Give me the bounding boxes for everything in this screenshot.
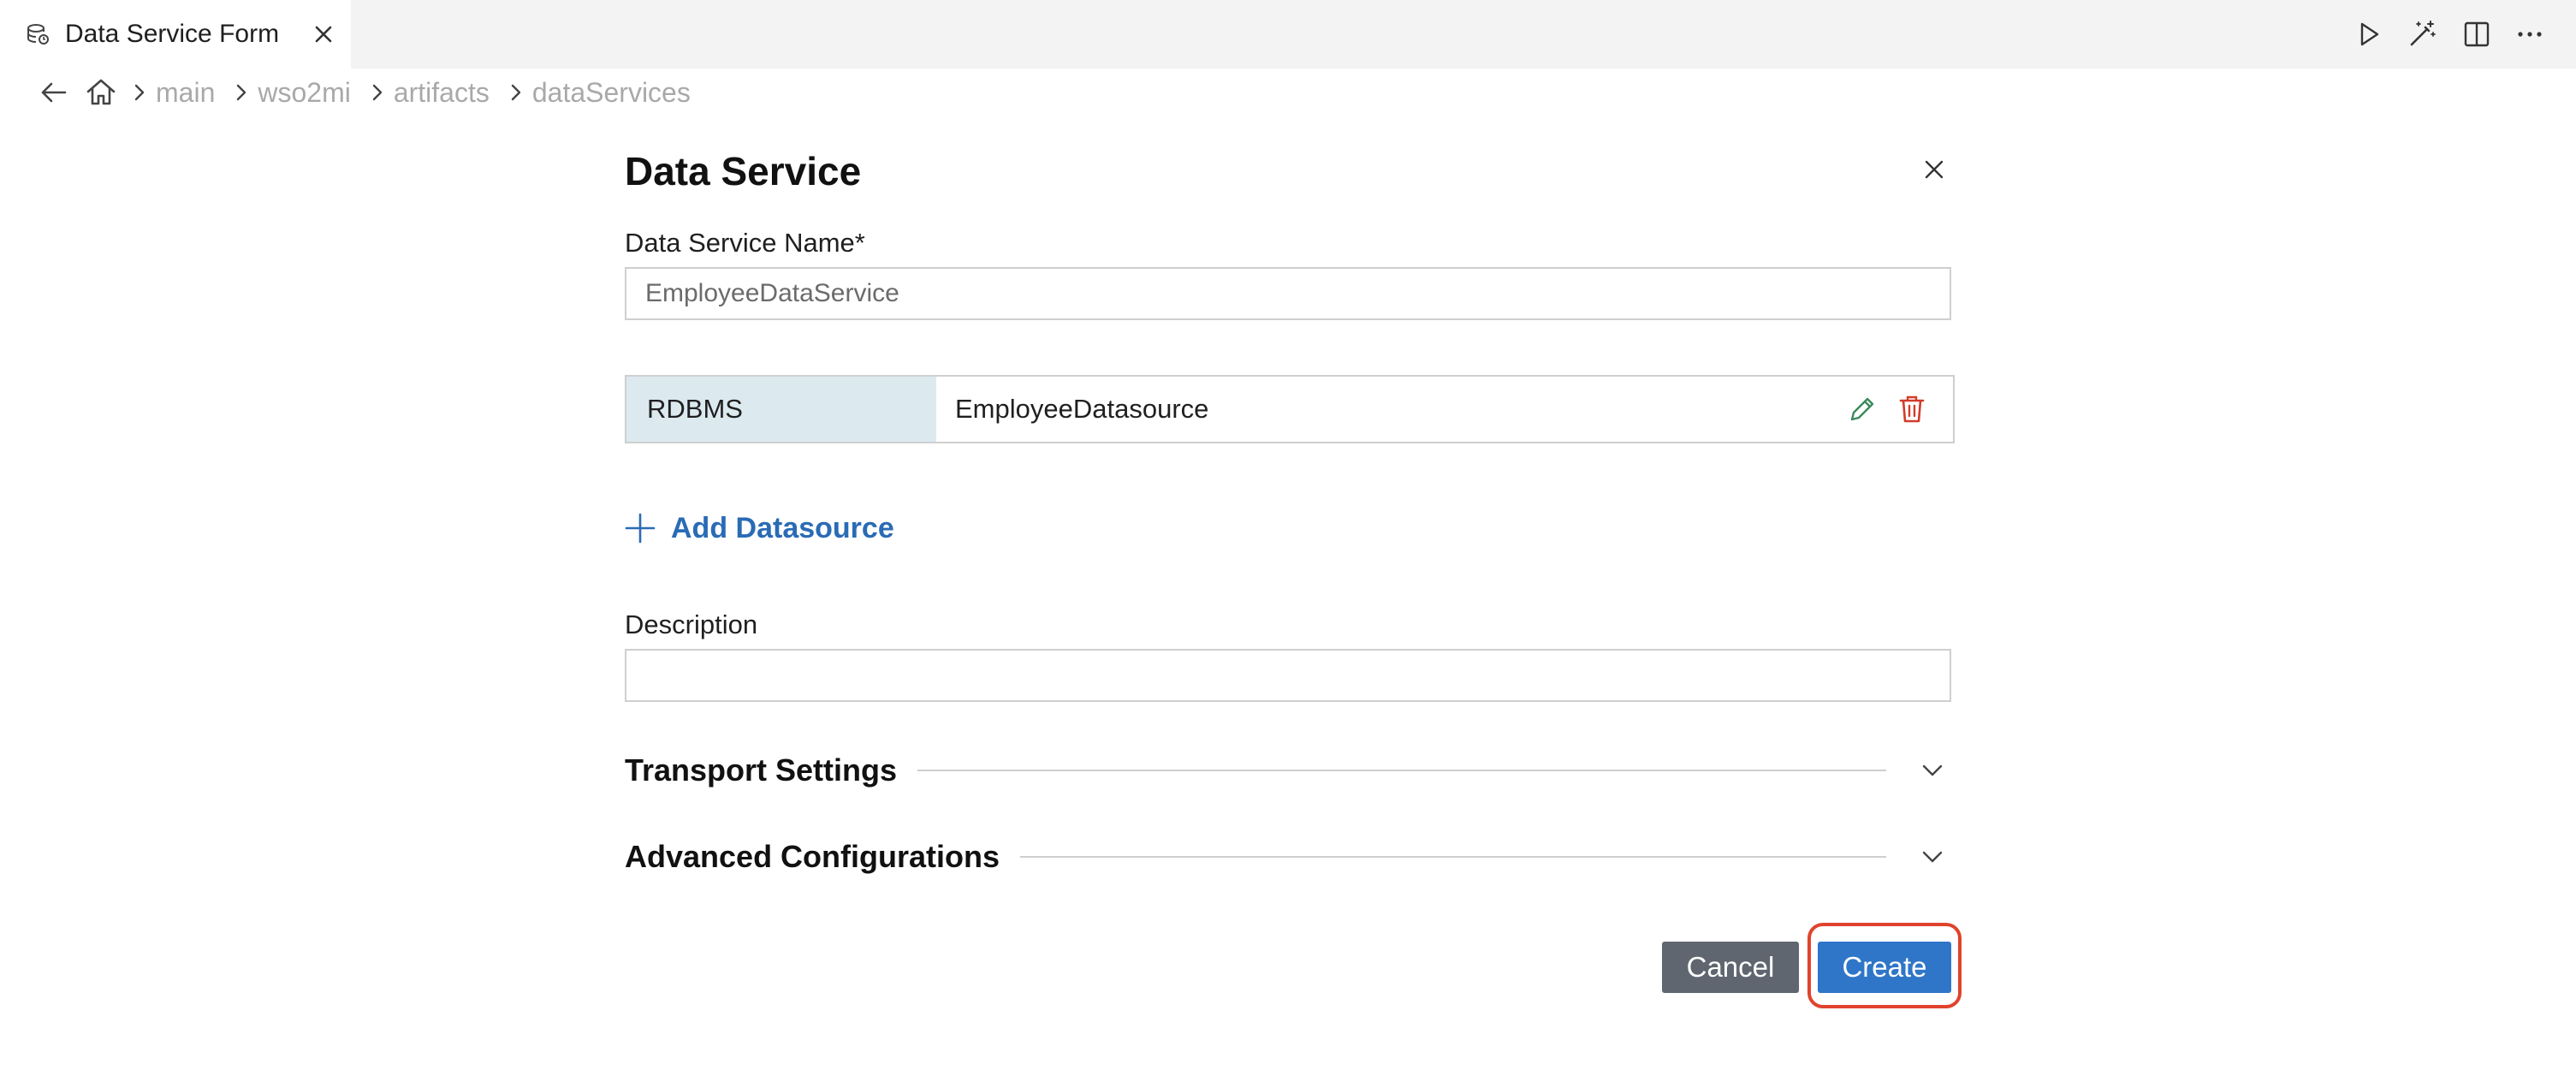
divider: [917, 770, 1886, 771]
datasource-type: RDBMS: [626, 377, 936, 442]
plus-icon: [623, 511, 657, 545]
chevron-down-icon[interactable]: [1915, 753, 1950, 788]
datasource-name: EmployeeDatasource: [955, 394, 1209, 424]
description-label: Description: [625, 609, 758, 639]
chevron-right-icon: [505, 74, 527, 111]
tab-data-service-form[interactable]: Data Service Form: [0, 0, 351, 68]
chevron-right-icon: [230, 74, 252, 111]
chevron-right-icon: [366, 74, 389, 111]
add-datasource-label: Add Datasource: [671, 511, 894, 544]
breadcrumb-item-wso2mi[interactable]: wso2mi: [258, 77, 350, 109]
add-datasource-link[interactable]: Add Datasource: [623, 507, 894, 550]
advanced-configurations-section[interactable]: Advanced Configurations: [625, 833, 1955, 881]
edit-pencil-icon[interactable]: [1843, 390, 1881, 428]
transport-settings-title: Transport Settings: [625, 752, 898, 788]
form-title: Data Service: [625, 149, 862, 193]
delete-trash-icon[interactable]: [1893, 390, 1931, 428]
description-input[interactable]: [625, 649, 1951, 702]
cancel-button[interactable]: Cancel: [1662, 942, 1799, 993]
more-icon[interactable]: [2509, 14, 2550, 55]
data-service-icon: [24, 21, 51, 48]
editor-tab-bar: Data Service Form: [0, 0, 2576, 68]
run-icon[interactable]: [2348, 14, 2389, 55]
breadcrumb: main wso2mi artifacts dataServices: [34, 72, 697, 113]
advanced-configurations-title: Advanced Configurations: [625, 839, 1000, 874]
breadcrumb-item-main[interactable]: main: [156, 77, 215, 109]
chevron-right-icon: [128, 74, 151, 111]
datasource-row: RDBMS EmployeeDatasource: [625, 375, 1955, 443]
divider: [1020, 856, 1886, 858]
split-editor-icon[interactable]: [2456, 14, 2497, 55]
breadcrumb-item-artifacts[interactable]: artifacts: [394, 77, 490, 109]
back-arrow-icon[interactable]: [34, 74, 72, 111]
close-icon[interactable]: [1917, 152, 1951, 187]
chevron-down-icon[interactable]: [1915, 840, 1950, 874]
transport-settings-section[interactable]: Transport Settings: [625, 746, 1955, 794]
create-button[interactable]: Create: [1818, 942, 1951, 993]
close-tab-icon[interactable]: [308, 19, 339, 50]
tab-title: Data Service Form: [65, 20, 280, 48]
breadcrumb-item-dataservices[interactable]: dataServices: [532, 77, 691, 109]
home-icon[interactable]: [82, 74, 120, 111]
magic-wand-icon[interactable]: [2401, 14, 2442, 55]
data-service-name-label: Data Service Name*: [625, 228, 865, 258]
data-service-name-input[interactable]: [625, 267, 1951, 320]
